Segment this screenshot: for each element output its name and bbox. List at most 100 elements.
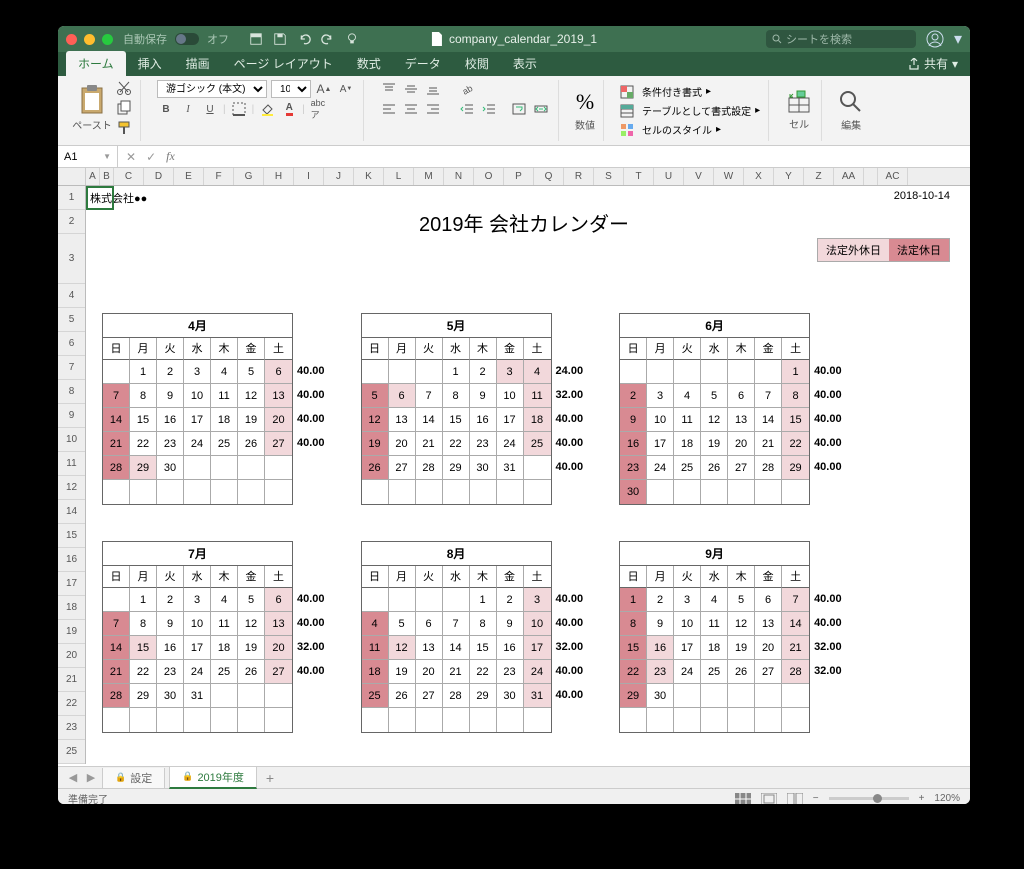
paste-button[interactable]: ペースト: [72, 85, 112, 132]
calendar-cell[interactable]: 9: [470, 384, 497, 408]
calendar-cell[interactable]: 25: [701, 660, 728, 684]
cut-icon[interactable]: [116, 80, 132, 96]
row-header[interactable]: 7: [58, 356, 85, 380]
calendar-cell[interactable]: 15: [130, 408, 157, 432]
calendar-cell[interactable]: 27: [728, 456, 755, 480]
add-sheet-button[interactable]: +: [261, 770, 279, 786]
calendar-cell[interactable]: 4: [362, 612, 389, 636]
column-header[interactable]: A: [86, 168, 100, 185]
calendar-cell[interactable]: 23: [470, 432, 497, 456]
column-header[interactable]: O: [474, 168, 504, 185]
calendar-cell[interactable]: [524, 480, 551, 504]
calendar-cell[interactable]: 29: [470, 684, 497, 708]
calendar-cell[interactable]: 24: [184, 432, 211, 456]
calendar-cell[interactable]: 24: [674, 660, 701, 684]
user-icon[interactable]: [926, 30, 944, 48]
calendar-cell[interactable]: 12: [701, 408, 728, 432]
calendar-cell[interactable]: [265, 456, 292, 480]
font-size-select[interactable]: 10: [271, 80, 311, 98]
calendar-cell[interactable]: 25: [362, 684, 389, 708]
align-left-icon[interactable]: [380, 100, 398, 118]
calendar-cell[interactable]: 20: [728, 432, 755, 456]
calendar-cell[interactable]: [755, 708, 782, 732]
align-bottom-icon[interactable]: [424, 80, 442, 98]
zoom-in-button[interactable]: +: [919, 793, 925, 804]
calendar-cell[interactable]: 12: [728, 612, 755, 636]
row-header[interactable]: 11: [58, 452, 85, 476]
column-header[interactable]: S: [594, 168, 624, 185]
column-header[interactable]: D: [144, 168, 174, 185]
row-header[interactable]: 4: [58, 284, 85, 308]
row-header[interactable]: 2: [58, 210, 85, 234]
column-header[interactable]: Y: [774, 168, 804, 185]
calendar-cell[interactable]: 4: [701, 588, 728, 612]
calendar-cell[interactable]: 7: [782, 588, 809, 612]
calendar-cell[interactable]: 11: [211, 612, 238, 636]
table-format-button[interactable]: テーブルとして書式設定 ▸: [620, 103, 760, 118]
calendar-cell[interactable]: [211, 456, 238, 480]
calendar-cell[interactable]: [362, 480, 389, 504]
calendar-cell[interactable]: 11: [211, 384, 238, 408]
calendar-cell[interactable]: 26: [728, 660, 755, 684]
calendar-cell[interactable]: 22: [470, 660, 497, 684]
calendar-cell[interactable]: 25: [211, 432, 238, 456]
tab-draw[interactable]: 描画: [174, 51, 222, 76]
column-header[interactable]: V: [684, 168, 714, 185]
merge-icon[interactable]: [532, 100, 550, 118]
calendar-cell[interactable]: 21: [103, 432, 130, 456]
font-color-button[interactable]: A: [280, 100, 298, 118]
calendar-cell[interactable]: 24: [184, 660, 211, 684]
calendar-cell[interactable]: 24: [647, 456, 674, 480]
column-header[interactable]: Q: [534, 168, 564, 185]
calendar-cell[interactable]: [782, 684, 809, 708]
minimize-button[interactable]: [84, 34, 95, 45]
calendar-cell[interactable]: [674, 360, 701, 384]
row-header[interactable]: 8: [58, 380, 85, 404]
calendar-cell[interactable]: 8: [130, 384, 157, 408]
column-header[interactable]: P: [504, 168, 534, 185]
calendar-cell[interactable]: 10: [674, 612, 701, 636]
calendar-cell[interactable]: [211, 708, 238, 732]
calendar-cell[interactable]: [443, 588, 470, 612]
calendar-cell[interactable]: [130, 480, 157, 504]
undo-icon[interactable]: [297, 32, 311, 46]
calendar-cell[interactable]: [674, 708, 701, 732]
calendar-cell[interactable]: [701, 708, 728, 732]
calendar-cell[interactable]: 13: [389, 408, 416, 432]
calendar-cell[interactable]: 10: [184, 384, 211, 408]
calendar-cell[interactable]: [782, 480, 809, 504]
calendar-cell[interactable]: 1: [130, 360, 157, 384]
tab-layout[interactable]: ページ レイアウト: [222, 51, 345, 76]
calendar-cell[interactable]: 17: [497, 408, 524, 432]
confirm-formula-icon[interactable]: ✓: [146, 150, 156, 164]
calendar-cell[interactable]: 4: [211, 588, 238, 612]
calendar-cell[interactable]: 5: [362, 384, 389, 408]
calendar-cell[interactable]: [416, 588, 443, 612]
calendar-cell[interactable]: 25: [524, 432, 551, 456]
calendar-cell[interactable]: 5: [728, 588, 755, 612]
row-header[interactable]: 17: [58, 572, 85, 596]
calendar-cell[interactable]: [620, 360, 647, 384]
calendar-cell[interactable]: 3: [184, 360, 211, 384]
fill-color-button[interactable]: [258, 100, 276, 118]
indent-right-icon[interactable]: [480, 100, 498, 118]
calendar-cell[interactable]: [362, 360, 389, 384]
calendar-cell[interactable]: 14: [443, 636, 470, 660]
calendar-cell[interactable]: 5: [238, 588, 265, 612]
orientation-icon[interactable]: ab: [458, 80, 476, 98]
align-center-icon[interactable]: [402, 100, 420, 118]
calendar-cell[interactable]: 17: [524, 636, 551, 660]
column-header[interactable]: N: [444, 168, 474, 185]
calendar-cell[interactable]: 27: [755, 660, 782, 684]
row-header[interactable]: 14: [58, 500, 85, 524]
align-top-icon[interactable]: [380, 80, 398, 98]
calendar-cell[interactable]: 19: [238, 408, 265, 432]
calendar-cell[interactable]: [470, 480, 497, 504]
calendar-cell[interactable]: 29: [443, 456, 470, 480]
calendar-cell[interactable]: 6: [416, 612, 443, 636]
calendar-cell[interactable]: 14: [755, 408, 782, 432]
calendar-cell[interactable]: 8: [782, 384, 809, 408]
column-header[interactable]: T: [624, 168, 654, 185]
calendar-cell[interactable]: 26: [701, 456, 728, 480]
calendar-cell[interactable]: 18: [211, 408, 238, 432]
